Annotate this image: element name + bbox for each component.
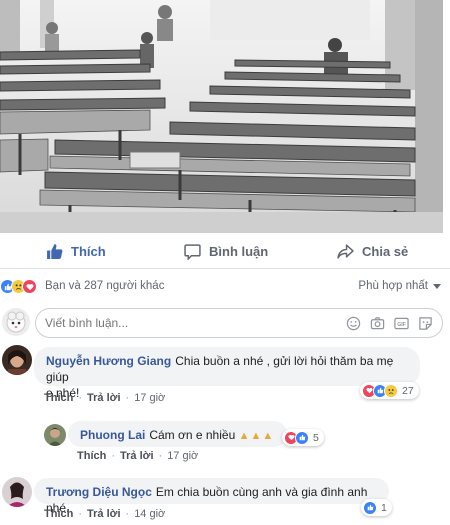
comment-reactions-badge[interactable]: 1 (361, 499, 392, 516)
like-reaction-icon (363, 500, 377, 515)
post-action-bar: Thích Bình luận Chia sẻ (0, 233, 450, 269)
folded-hands-emoji: ▲▲▲ (238, 430, 275, 442)
love-reaction-icon (22, 279, 37, 294)
gif-icon[interactable]: GIF (394, 316, 409, 331)
separator-dot: · (125, 392, 130, 404)
comment-item: Nguyễn Hương Giang Chia buồn a nhé , gửi … (0, 345, 450, 405)
comment-author[interactable]: Nguyễn Hương Giang (46, 354, 171, 368)
separator-dot: · (78, 392, 83, 404)
comment-reply-link[interactable]: Trả lời (87, 508, 121, 520)
comment-bubble: Phuong Lai Cám ơn e nhiều ▲▲▲ (68, 421, 287, 447)
separator-dot: · (111, 450, 116, 462)
post-photo[interactable] (0, 0, 443, 233)
comment-input-box[interactable]: GIF (35, 308, 443, 338)
comment-like-link[interactable]: Thích (77, 450, 106, 462)
reaction-count: 1 (381, 501, 387, 514)
comment-composer: GIF (0, 304, 450, 342)
sticker-icon[interactable] (418, 316, 433, 331)
comment-timestamp[interactable]: 14 giờ (134, 508, 165, 520)
comment-timestamp[interactable]: 17 giờ (167, 450, 198, 462)
share-label: Chia sẻ (362, 243, 409, 259)
sad-reaction-icon (384, 383, 398, 398)
comment-label: Bình luận (209, 243, 269, 259)
chevron-down-icon (433, 283, 441, 289)
reaction-icons[interactable] (0, 279, 37, 294)
comment-item: Trương Diệu Ngọc Em chia buồn cùng anh và… (0, 475, 450, 525)
comment-reactions-badge[interactable]: 27 (360, 382, 419, 399)
reply-item: Phuong Lai Cám ơn e nhiều ▲▲▲ 5 Thích · T… (0, 419, 450, 465)
reaction-summary-text[interactable]: Bạn và 287 người khác (45, 280, 164, 292)
comment-reply-link[interactable]: Trả lời (120, 450, 154, 462)
comment-like-link[interactable]: Thích (44, 508, 73, 520)
separator-dot: · (158, 450, 163, 462)
share-button[interactable]: Chia sẻ (337, 233, 408, 269)
comment-sort-dropdown[interactable]: Phù hợp nhất (358, 280, 441, 292)
svg-text:GIF: GIF (397, 322, 406, 328)
current-user-avatar (2, 308, 30, 336)
like-button[interactable]: Thích (46, 233, 106, 269)
commenter-avatar[interactable] (2, 345, 32, 375)
composer-tools: GIF (346, 316, 433, 331)
comment-bubble-icon (184, 243, 201, 260)
comment-reply-link[interactable]: Trả lời (87, 392, 121, 404)
separator-dot: · (125, 508, 130, 520)
camera-icon[interactable] (370, 316, 385, 331)
comment-author[interactable]: Phuong Lai (80, 428, 145, 442)
commenter-avatar[interactable] (44, 424, 66, 446)
like-reaction-icon (295, 430, 309, 445)
reactions-summary: Bạn và 287 người khác Phù hợp nhất (0, 276, 450, 298)
comment-text: Cám ơn e nhiều (149, 428, 236, 442)
comment-timestamp[interactable]: 17 giờ (134, 392, 165, 404)
separator-dot: · (78, 508, 83, 520)
comment-meta: Thích · Trả lời · 17 giờ (44, 392, 165, 404)
thumbs-up-icon (47, 243, 63, 259)
reaction-count: 5 (313, 431, 319, 444)
commenter-avatar[interactable] (2, 477, 32, 507)
comment-reactions-badge[interactable]: 5 (282, 429, 324, 446)
comment-like-link[interactable]: Thích (44, 392, 73, 404)
comment-meta: Thích · Trả lời · 14 giờ (44, 508, 165, 520)
comment-meta: Thích · Trả lời · 17 giờ (77, 450, 198, 462)
emoji-icon[interactable] (346, 316, 361, 331)
comment-author[interactable]: Trương Diệu Ngọc (46, 485, 152, 499)
comment-bubble: Trương Diệu Ngọc Em chia buồn cùng anh và… (34, 478, 389, 515)
share-arrow-icon (337, 243, 354, 259)
like-label: Thích (71, 243, 106, 259)
sort-label: Phù hợp nhất (358, 280, 428, 292)
church-pews-illustration (0, 0, 443, 233)
comment-input[interactable] (45, 316, 315, 330)
comment-button[interactable]: Bình luận (184, 233, 268, 269)
comment-bubble: Nguyễn Hương Giang Chia buồn a nhé , gửi … (34, 347, 420, 400)
reaction-count: 27 (402, 384, 414, 397)
